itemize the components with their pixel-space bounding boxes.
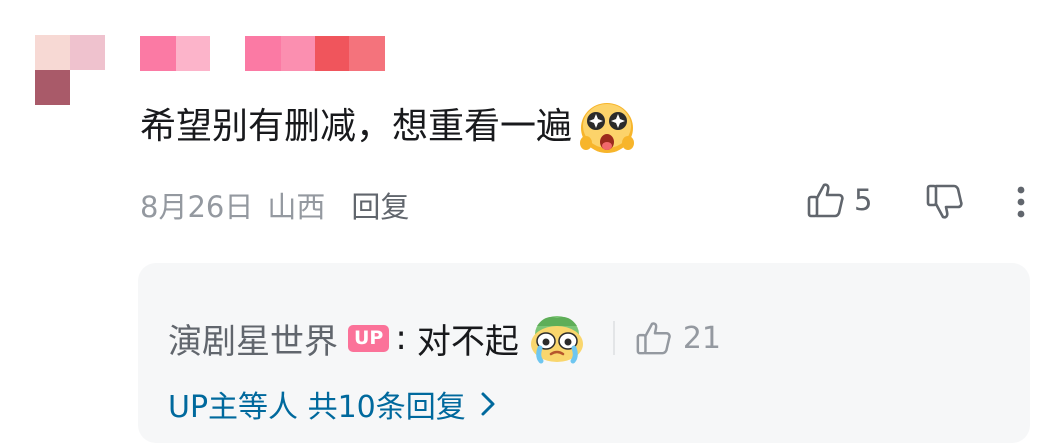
comment-text: 希望别有删减，想重看一遍	[140, 98, 636, 156]
more-vertical-icon	[1017, 186, 1025, 218]
reply-button[interactable]: 回复	[351, 184, 409, 226]
sub-reply: 演剧星世界 UP : 对不起 21	[168, 312, 721, 364]
comment-body: 希望别有删减，想重看一遍	[140, 106, 573, 147]
view-more-label: UP主等人 共10条回复	[168, 390, 466, 425]
username-redacted[interactable]	[140, 36, 390, 71]
comment-date: 8月26日	[140, 190, 254, 224]
amazed-emoji-icon	[580, 103, 635, 153]
more-button[interactable]	[1007, 182, 1035, 226]
sub-reply-author[interactable]: 演剧星世界	[168, 314, 338, 363]
up-badge: UP	[348, 324, 390, 352]
like-button[interactable]: 5	[806, 180, 872, 220]
thumbs-up-icon	[807, 183, 844, 218]
thumbs-down-icon	[926, 184, 963, 219]
comment-meta: 8月26日 山西 回复	[140, 184, 409, 226]
sub-reply-text: 对不起	[416, 321, 519, 362]
thumbs-up-icon	[636, 322, 671, 355]
chevron-right-icon	[481, 392, 495, 416]
sub-reply-colon: :	[395, 318, 407, 358]
comment-location: 山西	[267, 190, 326, 224]
like-count: 5	[854, 183, 873, 217]
divider	[612, 321, 615, 355]
sub-reply-like-button[interactable]: 21	[635, 319, 721, 357]
view-more-replies-link[interactable]: UP主等人 共10条回复	[168, 382, 496, 426]
avatar[interactable]	[35, 35, 105, 105]
sub-reply-like-count: 21	[682, 320, 722, 356]
sorry-crying-emoji-icon	[530, 316, 583, 364]
dislike-button[interactable]	[925, 182, 965, 226]
